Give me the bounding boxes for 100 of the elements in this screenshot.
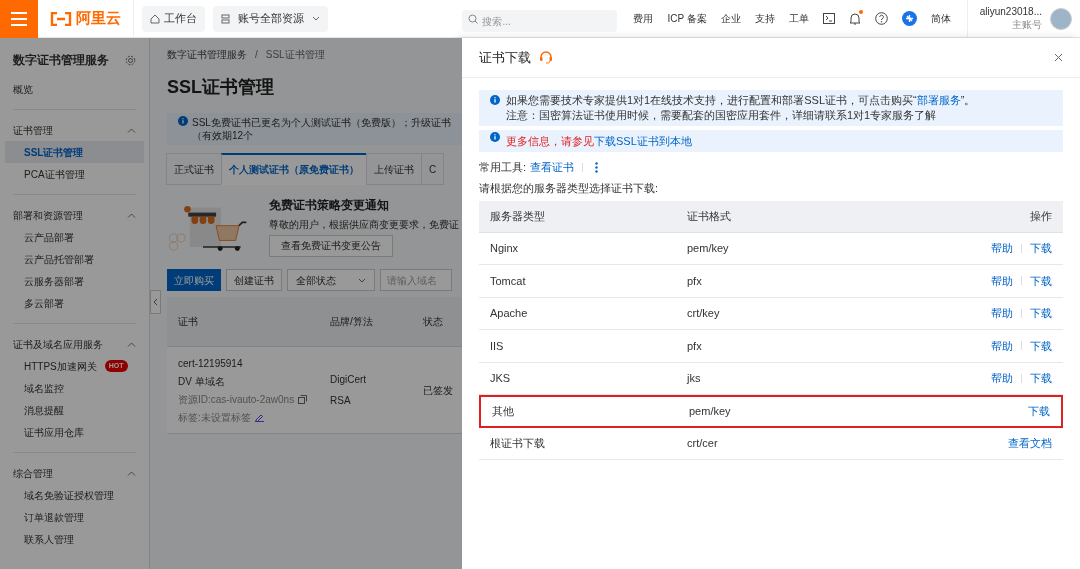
sidebar-title: 数字证书管理服务 xyxy=(13,52,109,69)
settings-icon[interactable] xyxy=(125,54,136,66)
sidebar-group-header[interactable]: 证书管理 xyxy=(13,119,136,141)
more-icon[interactable] xyxy=(595,161,599,173)
create-button[interactable]: 创建证书 xyxy=(226,269,282,291)
action-link[interactable]: 下载 xyxy=(1030,305,1052,322)
search-field[interactable]: 搜索... xyxy=(462,10,618,32)
sidebar-item[interactable]: PCA证书管理 xyxy=(5,163,144,185)
action-link[interactable]: 查看文档 xyxy=(1008,435,1052,452)
home-icon xyxy=(150,13,160,24)
table-cell-text: 其他 xyxy=(492,404,515,419)
service-link[interactable]: 部署服务 xyxy=(916,94,961,106)
buy-button[interactable]: 立即购买 xyxy=(167,269,221,291)
sidebar-item[interactable]: 多云部署 xyxy=(5,292,144,314)
close-icon[interactable] xyxy=(1054,53,1063,62)
sidebar-item[interactable]: 云产品托管部署 xyxy=(5,248,144,270)
table-cell-text: IIS xyxy=(490,338,505,354)
action-link[interactable]: 帮助 xyxy=(991,337,1013,354)
column-header: 操作 xyxy=(1030,208,1052,224)
tab[interactable]: C xyxy=(421,153,445,185)
info-icon xyxy=(178,116,188,126)
menu-icon xyxy=(11,11,27,26)
chevron-up-icon xyxy=(127,212,136,218)
action-link[interactable]: 下载 xyxy=(1030,272,1052,289)
sidebar-group-header[interactable]: 部署和资源管理 xyxy=(13,204,136,226)
language-link[interactable]: 简体 xyxy=(930,11,951,26)
table-cell-text: crt/cer xyxy=(687,436,719,451)
tab[interactable]: 上传证书 xyxy=(366,153,422,185)
resource-dropdown[interactable]: 账号全部资源 xyxy=(213,5,328,32)
chevron-up-icon xyxy=(127,341,136,347)
action-link[interactable]: 帮助 xyxy=(991,305,1013,322)
headset-icon[interactable] xyxy=(539,51,553,64)
help-icon[interactable] xyxy=(874,12,888,25)
action-link[interactable]: 下载 xyxy=(1030,370,1052,387)
nav-link[interactable]: 企业 xyxy=(720,11,741,26)
tab[interactable]: 正式证书 xyxy=(166,153,222,185)
table-cell-text: pfx xyxy=(687,338,703,354)
action-link[interactable]: 下载 xyxy=(1030,240,1052,257)
breadcrumb-link[interactable]: SSL证书管理 xyxy=(265,47,325,62)
page-title: SSL证书管理 xyxy=(167,76,275,99)
table-cell-text: pem/key xyxy=(689,404,732,419)
info-icon xyxy=(490,95,500,105)
collapse-button[interactable] xyxy=(150,290,161,314)
edit-icon[interactable] xyxy=(254,412,264,422)
action-link[interactable]: 下载 xyxy=(1028,403,1050,420)
logo-icon xyxy=(50,11,72,26)
sidebar-group-header[interactable]: 综合管理 xyxy=(13,462,136,484)
breadcrumb-link[interactable]: 数字证书管理服务 xyxy=(167,47,247,62)
nav-link[interactable]: ICP 备案 xyxy=(667,11,707,26)
info-text: 注意：国密算法证书使用时候，需要配套的国密应用套件，详细请联系1对1专家服务了解 xyxy=(506,108,938,123)
server-icon xyxy=(221,13,230,24)
table-cell-text: DV 单域名 xyxy=(178,374,226,389)
action-link[interactable]: 帮助 xyxy=(991,272,1013,289)
sidebar-item[interactable]: SSL证书管理 xyxy=(5,141,144,163)
nav-link[interactable]: 工单 xyxy=(788,11,809,26)
user-name[interactable]: aliyun23018... xyxy=(979,6,1042,19)
sidebar-item[interactable]: 域名免验证授权管理 xyxy=(5,484,144,506)
assistant-icon[interactable] xyxy=(901,11,917,26)
sidebar-item[interactable]: 订单退款管理 xyxy=(5,506,144,528)
action-link[interactable]: 帮助 xyxy=(991,370,1013,387)
sidebar-item[interactable]: 概览 xyxy=(5,78,144,100)
info-icon xyxy=(490,132,500,142)
nav-link[interactable]: 费用 xyxy=(633,11,654,26)
sidebar-item[interactable]: 云产品部署 xyxy=(5,226,144,248)
column-header: 服务器类型 xyxy=(490,208,546,224)
chevron-down-icon xyxy=(312,16,320,21)
terminal-icon[interactable] xyxy=(822,13,835,24)
bell-icon[interactable] xyxy=(848,12,861,25)
table-cell-text: Nginx xyxy=(490,241,520,256)
action-link[interactable]: 下载 xyxy=(1030,337,1052,354)
sidebar-group-header[interactable]: 证书及域名应用服务 xyxy=(13,333,136,355)
table-cell-text: cert-12195914 xyxy=(178,356,244,371)
info-text: 更多信息，请参见下载SSL证书到本地 xyxy=(506,133,692,149)
copy-icon[interactable] xyxy=(298,394,308,404)
tab[interactable]: 个人测试证书（原免费证书） xyxy=(221,153,367,185)
table-cell-text: 已签发 xyxy=(423,383,454,398)
sidebar-item[interactable]: 域名监控 xyxy=(5,377,144,399)
table-cell-text: 资源ID:cas-ivauto-2aw0ns xyxy=(178,392,295,407)
sidebar-item[interactable]: 消息提醒 xyxy=(5,399,144,421)
chevron-down-icon xyxy=(358,277,366,283)
sidebar-item[interactable]: 联系人管理 xyxy=(5,528,144,550)
column-header: 状态 xyxy=(423,315,444,329)
doc-link[interactable]: 下载SSL证书到本地 xyxy=(594,134,692,147)
workbench-button[interactable]: 工作台 xyxy=(142,5,205,32)
promo-text: 尊敬的用户，根据供应商变更要求，免费证 xyxy=(269,217,459,232)
table-cell-text: Apache xyxy=(490,306,529,321)
table-cell-text: RSA xyxy=(330,394,352,408)
announcement-button[interactable]: 查看免费证书变更公告 xyxy=(269,234,393,257)
table-cell-text: DigiCert xyxy=(330,373,368,387)
menu-button[interactable] xyxy=(0,0,38,38)
logo-text: 阿里云 xyxy=(76,8,121,29)
table-cell-text: JKS xyxy=(490,371,512,386)
user-role: 主账号 xyxy=(1012,18,1042,31)
sidebar-item[interactable]: 证书应用仓库 xyxy=(5,421,144,443)
sidebar-item[interactable]: 云服务器部署 xyxy=(5,270,144,292)
status-dropdown[interactable]: 全部状态 xyxy=(287,269,375,291)
action-link[interactable]: 帮助 xyxy=(991,240,1013,257)
table-cell-text: 根证书下载 xyxy=(490,436,546,451)
view-cert-link[interactable]: 查看证书 xyxy=(530,158,575,176)
nav-link[interactable]: 支持 xyxy=(754,11,775,26)
